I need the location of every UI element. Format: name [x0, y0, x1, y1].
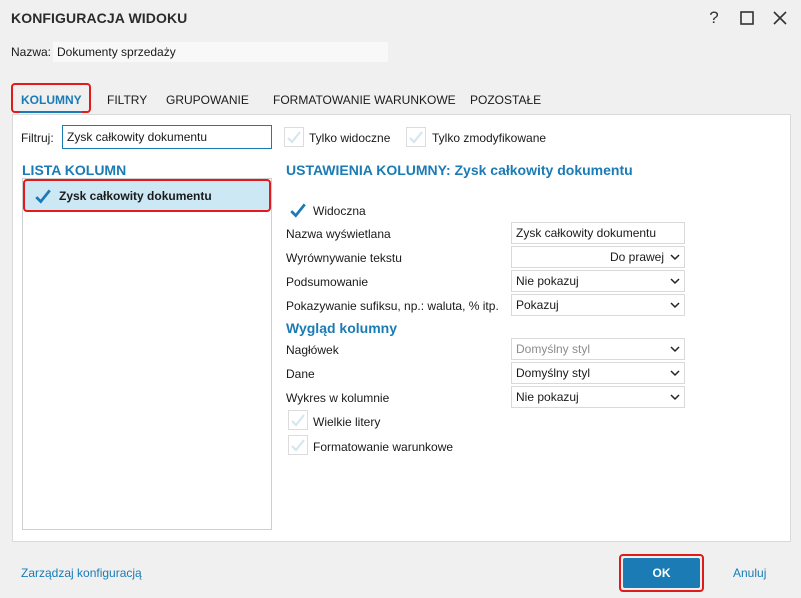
header-label: Nagłówek	[286, 343, 339, 357]
only-modified-checkbox[interactable]	[406, 127, 426, 147]
visible-checkbox[interactable]	[288, 200, 308, 220]
alignment-select[interactable]: Do prawej	[511, 246, 685, 268]
only-visible-checkbox[interactable]	[284, 127, 304, 147]
display-name-value: Zysk całkowity dokumentu	[516, 226, 657, 240]
tab-kolumny[interactable]: KOLUMNY	[21, 93, 82, 107]
cancel-button[interactable]: Anuluj	[733, 566, 766, 580]
chevron-down-icon	[670, 278, 680, 285]
suffix-label: Pokazywanie sufiksu, np.: waluta, % itp.	[286, 299, 499, 313]
column-list-title: LISTA KOLUMN	[22, 162, 127, 178]
alignment-value: Do prawej	[609, 250, 664, 264]
maximize-button[interactable]	[734, 5, 760, 31]
chevron-down-icon	[670, 346, 680, 353]
window-title: KONFIGURACJA WIDOKU	[11, 10, 188, 26]
chevron-down-icon	[670, 394, 680, 401]
chart-label: Wykres w kolumnie	[286, 391, 390, 405]
manage-config-link[interactable]: Zarządzaj konfiguracją	[21, 566, 142, 580]
uppercase-checkbox[interactable]	[288, 410, 308, 430]
only-modified-label: Tylko zmodyfikowane	[432, 131, 547, 145]
close-icon	[773, 11, 787, 25]
check-icon	[409, 131, 423, 144]
only-visible-label: Tylko widoczne	[309, 131, 391, 145]
chevron-down-icon	[670, 302, 680, 309]
data-style-select[interactable]: Domyślny styl	[511, 362, 685, 384]
column-settings-title: USTAWIENIA KOLUMNY: Zysk całkowity dokum…	[286, 162, 633, 178]
summary-value: Nie pokazuj	[516, 274, 579, 288]
uppercase-label: Wielkie litery	[313, 415, 381, 429]
name-label: Nazwa:	[11, 45, 52, 59]
tab-grupowanie[interactable]: GRUPOWANIE	[166, 93, 249, 107]
chevron-down-icon	[670, 370, 680, 377]
ok-button[interactable]: OK	[623, 558, 700, 588]
chart-value: Nie pokazuj	[516, 390, 579, 404]
conditional-format-label: Formatowanie warunkowe	[313, 440, 454, 454]
suffix-value: Pokazuj	[516, 298, 559, 312]
data-label: Dane	[286, 367, 315, 381]
summary-label: Podsumowanie	[286, 275, 369, 289]
check-icon	[291, 414, 305, 427]
display-name-label: Nazwa wyświetlana	[286, 227, 391, 241]
summary-select[interactable]: Nie pokazuj	[511, 270, 685, 292]
display-name-field[interactable]: Zysk całkowity dokumentu	[511, 222, 685, 244]
check-icon	[290, 203, 306, 218]
visible-label: Widoczna	[313, 204, 366, 218]
close-button[interactable]	[767, 5, 793, 31]
tab-pozostale[interactable]: POZOSTAŁE	[470, 93, 541, 107]
header-style-select[interactable]: Domyślny styl	[511, 338, 685, 360]
tab-filtry[interactable]: FILTRY	[107, 93, 147, 107]
chevron-down-icon	[670, 254, 680, 261]
suffix-select[interactable]: Pokazuj	[511, 294, 685, 316]
name-field[interactable]: Dokumenty sprzedaży	[52, 41, 389, 63]
help-button[interactable]: ?	[701, 5, 727, 31]
column-list[interactable]	[22, 178, 272, 530]
alignment-label: Wyrównywanie tekstu	[286, 251, 402, 265]
conditional-format-checkbox[interactable]	[288, 435, 308, 455]
maximize-icon	[740, 11, 754, 25]
filter-input[interactable]: Zysk całkowity dokumentu	[62, 125, 272, 149]
data-style-value: Domyślny styl	[516, 366, 591, 380]
check-icon	[287, 131, 301, 144]
chart-select[interactable]: Nie pokazuj	[511, 386, 685, 408]
check-icon	[291, 439, 305, 452]
active-tab-indicator	[20, 111, 82, 113]
appearance-title: Wygląd kolumny	[286, 320, 397, 336]
tab-formatowanie-warunkowe[interactable]: FORMATOWANIE WARUNKOWE	[273, 93, 456, 107]
list-item-highlight-box	[23, 179, 271, 212]
filter-label: Filtruj:	[21, 131, 54, 145]
header-style-value: Domyślny styl	[516, 342, 591, 356]
help-icon: ?	[709, 8, 719, 27]
